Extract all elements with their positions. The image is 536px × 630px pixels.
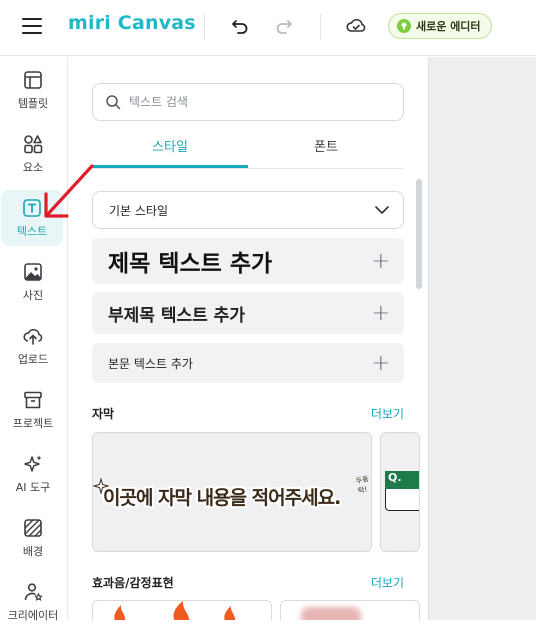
project-icon bbox=[24, 391, 42, 409]
add-subheading-button[interactable]: 부제목 텍스트 추가 + bbox=[92, 292, 404, 334]
photo-icon bbox=[24, 263, 42, 281]
sidebar-item-photo[interactable]: 사진 bbox=[0, 254, 66, 310]
cloud-save-icon[interactable] bbox=[344, 14, 368, 38]
background-icon bbox=[24, 519, 42, 537]
flame-icon bbox=[114, 601, 236, 620]
add-heading-button[interactable]: 제목 텍스트 추가 + bbox=[92, 238, 404, 284]
sidebar-item-project[interactable]: 프로젝트 bbox=[0, 382, 66, 438]
ai-tool-icon bbox=[24, 455, 42, 472]
red-arrow-annotation bbox=[44, 164, 94, 218]
blurred-graphic bbox=[301, 607, 361, 620]
elements-icon bbox=[24, 135, 43, 154]
upload-icon bbox=[23, 328, 43, 345]
creator-icon bbox=[24, 583, 43, 601]
sidebar-item-background[interactable]: 배경 bbox=[0, 510, 66, 566]
text-search-input[interactable] bbox=[129, 95, 389, 109]
subtitle-sample-text: 이곳에 자막 내용을 적어주세요. bbox=[103, 487, 341, 509]
tab-style[interactable]: 스타일 bbox=[92, 133, 248, 168]
plus-icon: + bbox=[371, 350, 390, 376]
lightbulb-icon bbox=[397, 19, 411, 33]
style-dropdown-value: 기본 스타일 bbox=[109, 203, 169, 218]
template-icon bbox=[24, 71, 42, 89]
undo-icon[interactable] bbox=[228, 14, 252, 38]
sidebar-item-ai-tool[interactable]: AI 도구 bbox=[0, 446, 66, 502]
chevron-down-icon bbox=[375, 206, 389, 214]
text-search-box[interactable] bbox=[92, 83, 404, 121]
panel-tabs: 스타일 폰트 bbox=[92, 133, 404, 169]
add-heading-label: 제목 텍스트 추가 bbox=[108, 251, 273, 277]
new-editor-label: 새로운 에디터 bbox=[416, 20, 481, 33]
plus-icon: + bbox=[371, 300, 390, 326]
sound-effects-more-link[interactable]: 더보기 bbox=[371, 574, 404, 591]
redo-icon[interactable] bbox=[272, 14, 296, 38]
sidebar-item-creator[interactable]: 크리에이터 bbox=[0, 574, 66, 630]
style-dropdown[interactable]: 기본 스타일 bbox=[92, 191, 404, 229]
search-icon bbox=[106, 95, 121, 110]
subtitle-more-link[interactable]: 더보기 bbox=[371, 405, 404, 422]
subtitle-template-card-partial[interactable]: Q. bbox=[380, 432, 420, 552]
quiz-label: Q. bbox=[385, 471, 419, 489]
plus-icon: + bbox=[371, 248, 390, 274]
hamburger-menu-icon[interactable] bbox=[22, 16, 42, 36]
section-title-subtitle: 자막 bbox=[92, 407, 115, 421]
section-title-sound-effects: 효과음/감정표현 bbox=[92, 576, 174, 590]
app-logo[interactable]: miri Canvas bbox=[68, 12, 196, 34]
top-bar: miri Canvas 새로운 에디터 bbox=[0, 0, 536, 56]
canvas-area[interactable] bbox=[428, 57, 536, 620]
add-body-label: 본문 텍스트 추가 bbox=[108, 356, 193, 371]
add-body-button[interactable]: 본문 텍스트 추가 + bbox=[92, 343, 404, 383]
sidebar-item-upload[interactable]: 업로드 bbox=[0, 318, 66, 374]
divider bbox=[204, 14, 205, 40]
divider bbox=[320, 14, 321, 40]
text-panel: 스타일 폰트 기본 스타일 제목 텍스트 추가 + 부제목 텍스트 추가 + 본… bbox=[69, 57, 428, 620]
sound-effect-card-2[interactable] bbox=[280, 600, 420, 620]
sidebar-item-template[interactable]: 템플릿 bbox=[0, 62, 66, 118]
add-subheading-label: 부제목 텍스트 추가 bbox=[108, 305, 245, 326]
tab-font[interactable]: 폰트 bbox=[248, 133, 404, 168]
subtitle-template-card[interactable]: 이곳에 자막 내용을 적어주세요. 두둥탁! bbox=[92, 432, 372, 552]
left-sidebar: 템플릿 요소 텍스트 사진 업로드 프로젝트 AI 도구 배경 크리에이터 bbox=[0, 57, 68, 622]
sound-effect-card[interactable] bbox=[92, 600, 272, 620]
new-editor-button[interactable]: 새로운 에디터 bbox=[388, 13, 492, 39]
subtitle-small-text: 두둥탁! bbox=[355, 474, 370, 496]
panel-scrollbar[interactable] bbox=[416, 179, 422, 289]
